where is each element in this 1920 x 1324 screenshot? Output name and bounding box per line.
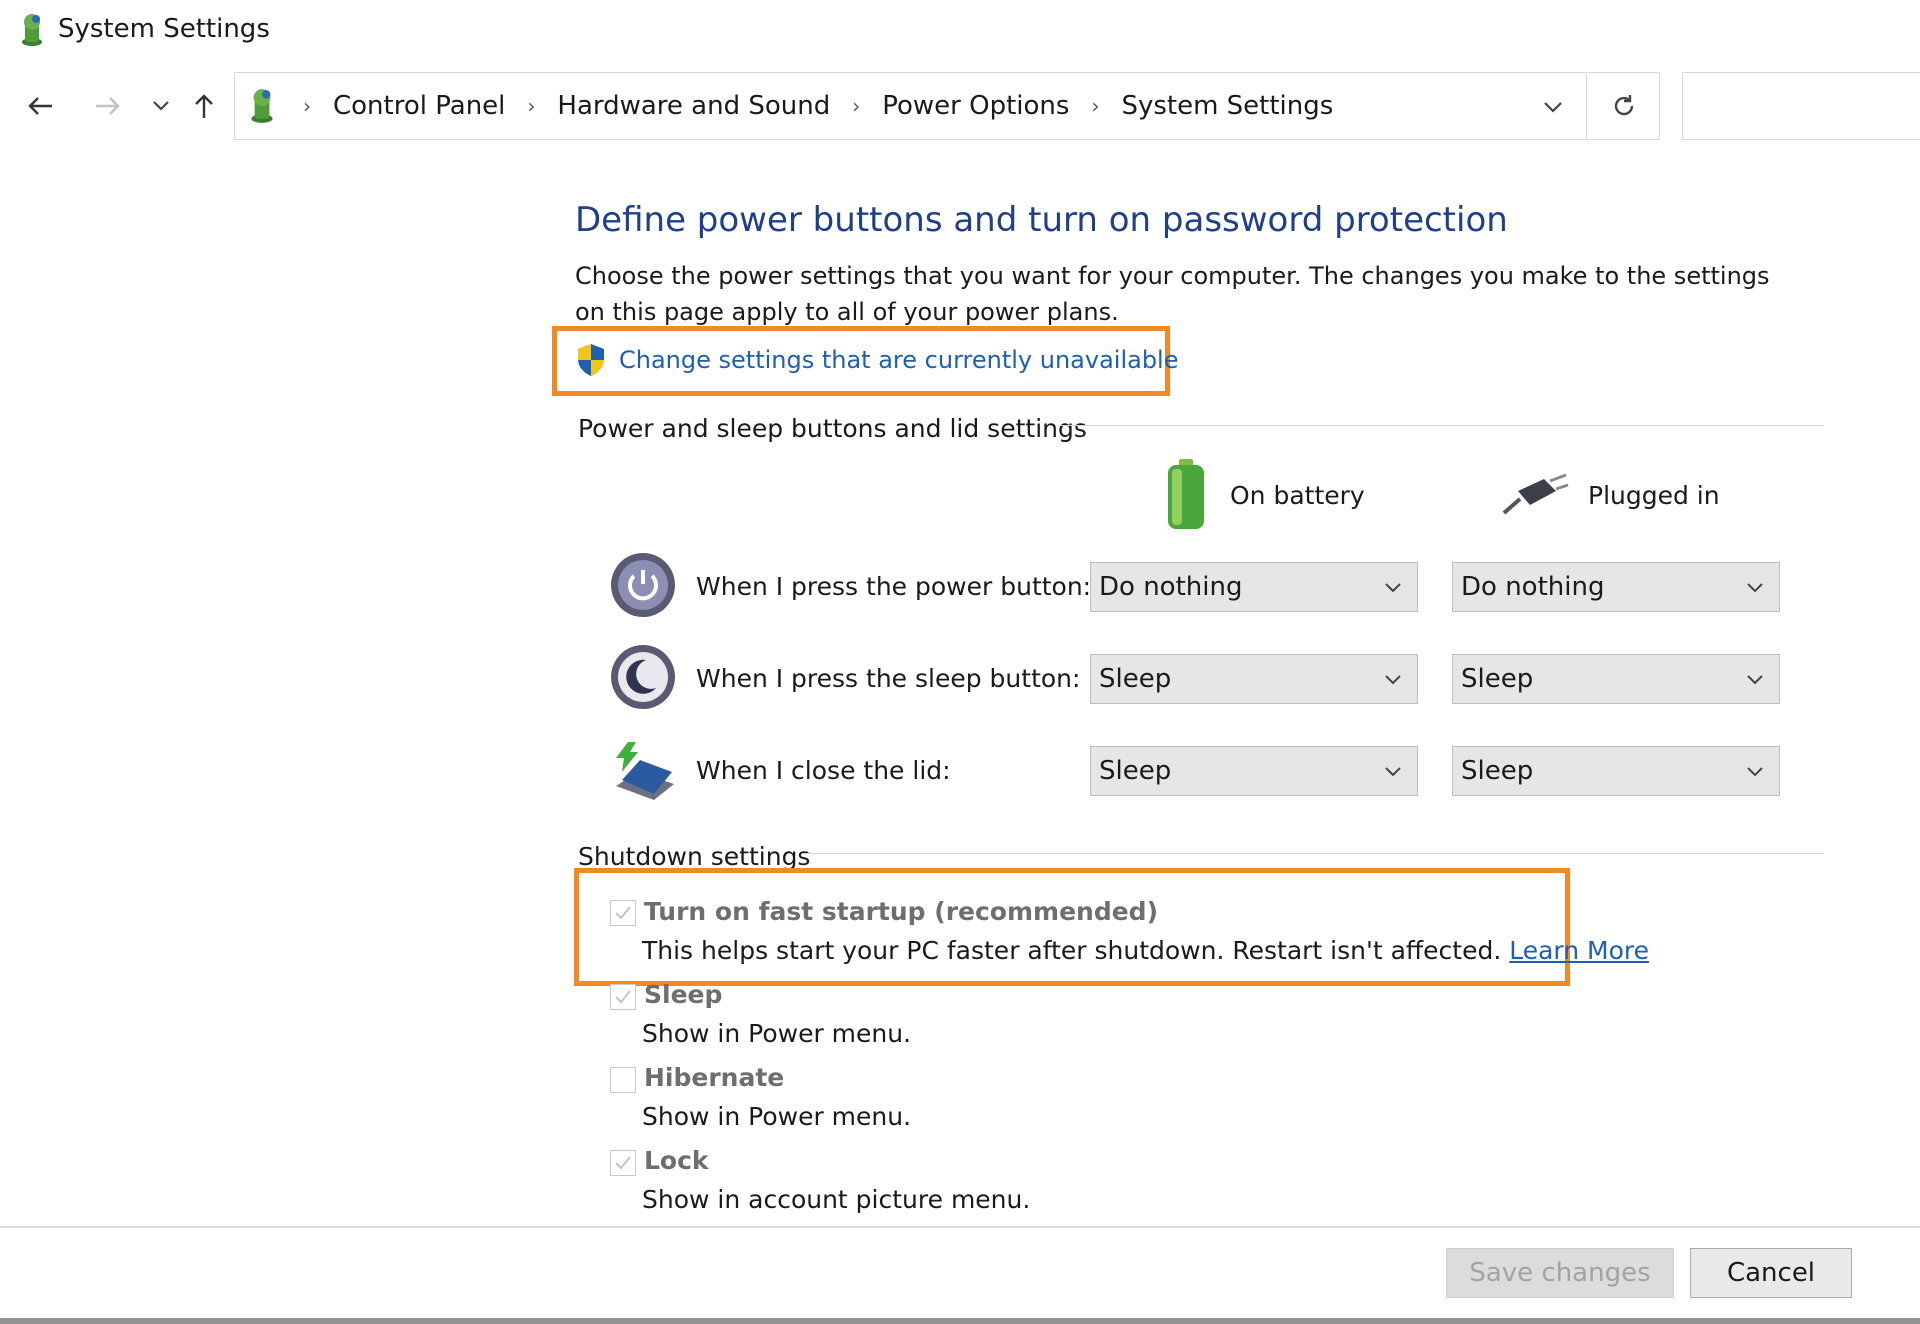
power-button-plugged-select[interactable]: Do nothing — [1452, 562, 1780, 612]
chevron-down-icon — [1747, 767, 1763, 777]
fast-startup-checkbox[interactable] — [610, 900, 636, 926]
checkmark-icon — [615, 990, 631, 1004]
chevron-down-icon — [1544, 102, 1562, 113]
change-settings-label[interactable]: Change settings that are currently unava… — [619, 346, 1179, 374]
close-lid-label: When I close the lid: — [696, 756, 951, 785]
change-settings-link[interactable]: Change settings that are currently unava… — [575, 340, 1179, 380]
fast-startup-title: Turn on fast startup (recommended) — [644, 897, 1159, 926]
power-button-label: When I press the power button: — [696, 572, 1092, 601]
chevron-right-icon[interactable]: › — [303, 94, 311, 118]
page-title: Define power buttons and turn on passwor… — [575, 200, 1508, 240]
chevron-right-icon[interactable]: › — [1091, 94, 1099, 118]
laptop-lid-icon — [616, 742, 674, 800]
power-button-icon — [611, 553, 675, 617]
battery-icon — [1168, 459, 1204, 529]
checkmark-icon — [615, 1156, 631, 1170]
uac-shield-icon — [578, 344, 604, 376]
hibernate-option-description: Show in Power menu. — [642, 1102, 912, 1131]
sleep-option-description: Show in Power menu. — [642, 1019, 912, 1048]
breadcrumb-system-settings[interactable]: System Settings — [1117, 91, 1337, 121]
system-settings-window: System Settings › Control Panel › Hardwa… — [0, 0, 1920, 1324]
search-input[interactable] — [1682, 72, 1920, 140]
window-bottom-edge — [0, 1318, 1920, 1324]
close-lid-battery-value: Sleep — [1099, 756, 1172, 786]
chevron-down-icon — [1385, 583, 1401, 593]
breadcrumb-power-options[interactable]: Power Options — [878, 91, 1073, 121]
recent-locations-button[interactable] — [141, 86, 181, 126]
chevron-down-icon — [1747, 583, 1763, 593]
refresh-icon — [1614, 95, 1633, 116]
close-lid-battery-select[interactable]: Sleep — [1090, 746, 1418, 796]
highlight-box — [574, 868, 1570, 986]
hibernate-checkbox[interactable] — [610, 1067, 636, 1093]
arrow-up-icon — [195, 94, 213, 118]
chevron-down-icon — [1385, 767, 1401, 777]
lock-option-description: Show in account picture menu. — [642, 1185, 1031, 1214]
chevron-down-icon — [1747, 675, 1763, 685]
sleep-option-title: Sleep — [644, 980, 723, 1009]
up-button[interactable] — [184, 86, 224, 126]
chevron-right-icon[interactable]: › — [852, 94, 860, 118]
window-title: System Settings — [58, 14, 270, 44]
section-divider — [1058, 425, 1824, 426]
navigation-bar: › Control Panel › Hardware and Sound › P… — [0, 70, 1920, 142]
control-panel-icon — [251, 89, 273, 123]
fast-startup-description: This helps start your PC faster after sh… — [642, 936, 1649, 965]
sleep-button-label: When I press the sleep button: — [696, 664, 1081, 693]
column-label-battery: On battery — [1230, 480, 1365, 510]
sleep-button-plugged-select[interactable]: Sleep — [1452, 654, 1780, 704]
learn-more-link[interactable]: Learn More — [1509, 936, 1649, 965]
refresh-button[interactable] — [1588, 72, 1660, 140]
breadcrumb-control-panel[interactable]: Control Panel — [329, 91, 509, 121]
checkmark-icon — [615, 906, 631, 920]
sleep-button-battery-select[interactable]: Sleep — [1090, 654, 1418, 704]
sleep-button-icon — [611, 645, 675, 709]
lock-option-title: Lock — [644, 1146, 709, 1175]
chevron-down-icon — [1385, 675, 1401, 685]
close-lid-plugged-value: Sleep — [1461, 756, 1534, 786]
save-changes-button[interactable]: Save changes — [1446, 1248, 1674, 1298]
address-dropdown-button[interactable] — [1533, 87, 1573, 127]
chevron-down-icon — [153, 101, 169, 111]
chevron-right-icon[interactable]: › — [527, 94, 535, 118]
page-description: Choose the power settings that you want … — [575, 262, 1770, 326]
power-button-plugged-value: Do nothing — [1461, 572, 1605, 602]
footer-divider — [0, 1226, 1920, 1228]
fast-startup-description-text: This helps start your PC faster after sh… — [642, 936, 1502, 965]
sleep-button-battery-value: Sleep — [1099, 664, 1172, 694]
close-lid-plugged-select[interactable]: Sleep — [1452, 746, 1780, 796]
forward-button[interactable] — [88, 86, 128, 126]
section-title-power-buttons: Power and sleep buttons and lid settings — [578, 413, 1087, 443]
column-header-plugged: Plugged in — [1500, 460, 1720, 530]
sleep-button-plugged-value: Sleep — [1461, 664, 1534, 694]
arrow-right-icon — [96, 97, 120, 115]
back-button[interactable] — [20, 86, 60, 126]
arrow-left-icon — [28, 97, 52, 115]
cancel-button[interactable]: Cancel — [1690, 1248, 1852, 1298]
breadcrumb-hardware-and-sound[interactable]: Hardware and Sound — [553, 91, 834, 121]
hibernate-option-title: Hibernate — [644, 1063, 785, 1092]
lock-checkbox[interactable] — [610, 1150, 636, 1176]
address-bar[interactable]: › Control Panel › Hardware and Sound › P… — [234, 72, 1587, 140]
title-bar: System Settings — [0, 0, 1920, 62]
power-button-battery-select[interactable]: Do nothing — [1090, 562, 1418, 612]
section-divider — [802, 853, 1824, 854]
control-panel-icon — [22, 14, 42, 46]
power-plug-icon — [1502, 473, 1569, 515]
sleep-checkbox[interactable] — [610, 984, 636, 1010]
breadcrumb: › Control Panel › Hardware and Sound › P… — [285, 73, 1337, 139]
power-button-battery-value: Do nothing — [1099, 572, 1243, 602]
column-label-plugged: Plugged in — [1588, 480, 1720, 510]
column-header-battery: On battery — [1160, 455, 1365, 535]
